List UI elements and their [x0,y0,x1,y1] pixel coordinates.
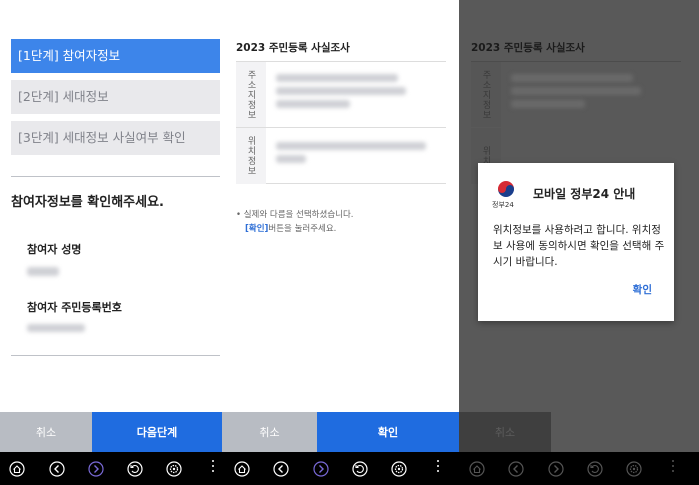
dialog-message: 위치정보를 사용하려고 합니다. 위치정보 사용에 동의하시면 확인을 선택해 … [493,224,665,268]
forward-icon [548,461,564,477]
step-3-tab[interactable]: [3단계] 세대정보 사실여부 확인 [11,121,220,155]
home-icon [469,461,485,477]
confirm-button[interactable]: 확인 [317,412,459,452]
navigation-bar [0,452,699,485]
address-value [276,100,350,108]
address-value [276,87,406,95]
survey-title: 2023 주민등록 사실조사 [471,42,585,54]
location-header: 위치정보 [236,128,266,184]
address-value [511,87,641,95]
more-icon[interactable] [436,460,440,477]
forward-icon[interactable] [313,461,329,477]
location-permission-dialog: 정부24 모바일 정부24 안내 위치정보를 사용하려고 합니다. 위치정보 사… [478,163,674,321]
survey-title: 2023 주민등록 사실조사 [236,42,350,54]
dialog-title: 모바일 정부24 안내 [533,187,636,201]
participant-info-panel: [1단계] 참여자정보 [2단계] 세대정보 [3단계] 세대정보 사실여부 확… [0,0,227,452]
address-header: 주소지정보 [471,62,501,127]
refresh-icon[interactable] [127,461,143,477]
back-icon[interactable] [49,461,65,477]
address-row: 주소지정보 [471,62,681,127]
screen: [1단계] 참여자정보 [2단계] 세대정보 [3단계] 세대정보 사실여부 확… [0,0,699,485]
settings-icon[interactable] [166,461,182,477]
location-value [276,155,306,163]
address-value [511,74,633,82]
participant-id-label: 참여자 주민등록번호 [27,301,122,314]
dialog-ok-button[interactable]: 확인 [633,282,652,297]
settings-icon [626,461,642,477]
cancel-button: 취소 [459,412,551,452]
cancel-button[interactable]: 취소 [222,412,317,452]
notice-suffix: 버튼을 눌러주세요. [268,224,337,234]
settings-icon[interactable] [391,461,407,477]
cancel-button[interactable]: 취소 [0,412,92,452]
step-2-tab[interactable]: [2단계] 세대정보 [11,80,220,114]
gov24-logo-text: 정부24 [492,201,514,209]
gov24-logo-icon [498,181,514,197]
next-step-button[interactable]: 다음단계 [92,412,222,452]
notice-text: • 실제와 다름을 선택하셨습니다. [236,210,354,220]
refresh-icon [587,461,603,477]
confirm-link: [확인] [245,224,269,234]
participant-name-value [27,267,59,276]
more-icon [671,460,675,477]
participant-name-label: 참여자 성명 [27,243,82,256]
address-value [276,74,398,82]
home-icon[interactable] [234,461,250,477]
participant-id-value [27,324,85,332]
survey-panel: 2023 주민등록 사실조사 주소지정보 위치정보 • 실제와 다름을 선택하셨… [227,0,459,452]
divider [11,355,220,356]
location-value [276,142,426,150]
more-icon[interactable] [211,460,215,477]
home-icon[interactable] [9,461,25,477]
address-value [511,100,585,108]
notice-text: [확인]버튼을 눌러주세요. [245,222,336,234]
forward-icon[interactable] [88,461,104,477]
back-icon[interactable] [273,461,289,477]
address-row: 주소지정보 [236,62,446,127]
back-icon [508,461,524,477]
address-header: 주소지정보 [236,62,266,127]
step-1-tab[interactable]: [1단계] 참여자정보 [11,39,220,73]
info-table: 주소지정보 위치정보 [236,61,446,184]
location-row: 위치정보 [236,128,446,184]
refresh-icon[interactable] [352,461,368,477]
section-heading: 참여자정보를 확인해주세요. [11,195,164,210]
divider [11,176,220,177]
